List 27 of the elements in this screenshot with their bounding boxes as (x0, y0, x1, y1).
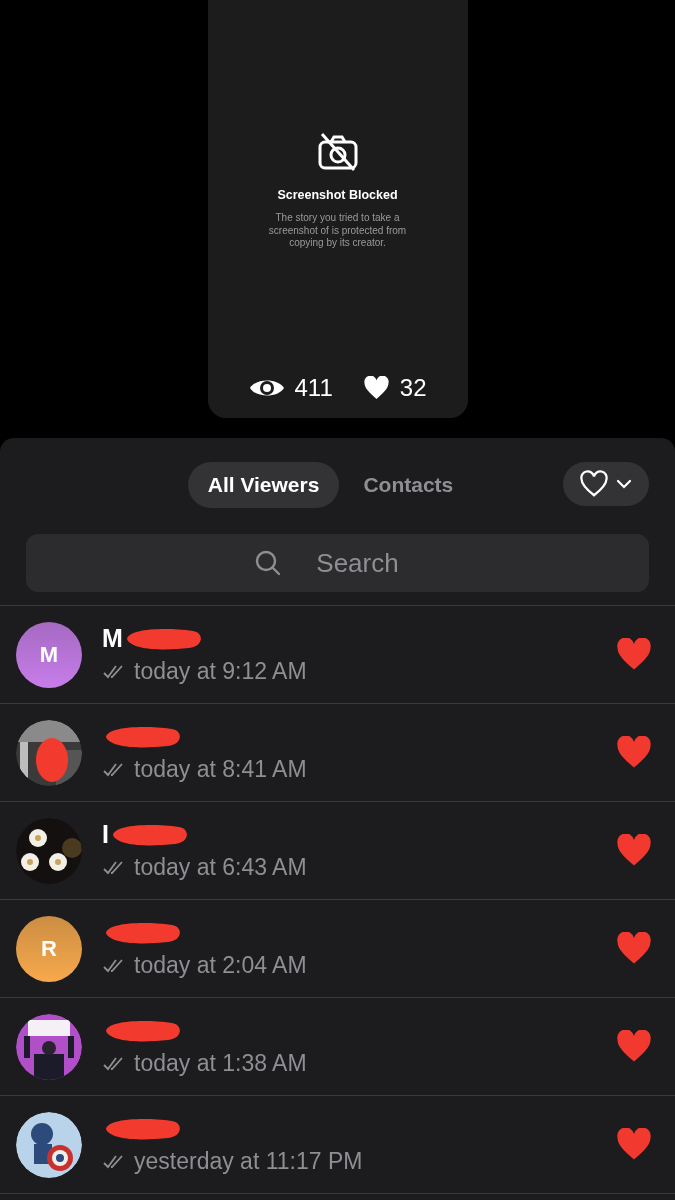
view-time: today at 9:12 AM (134, 658, 307, 685)
view-time: today at 6:43 AM (134, 854, 307, 881)
viewer-row[interactable]: today at 1:38 AM (0, 998, 675, 1096)
viewer-name: M (102, 623, 123, 653)
search-icon (254, 549, 282, 577)
view-count: 411 (294, 374, 333, 402)
viewer-name: I (102, 819, 109, 849)
view-time: today at 8:41 AM (134, 756, 307, 783)
view-time: today at 2:04 AM (134, 952, 307, 979)
avatar: M (16, 621, 82, 688)
reaction-filter-button[interactable] (563, 462, 649, 506)
viewer-row[interactable]: today at 8:41 AM (0, 704, 675, 802)
view-time: yesterday at 11:17 PM (134, 1148, 363, 1175)
viewer-row[interactable]: yesterday at 11:17 PM (0, 1096, 675, 1194)
viewer-row[interactable]: R today at 2:04 AM (0, 900, 675, 998)
view-time: today at 1:38 AM (134, 1050, 307, 1077)
heart-outline-icon (579, 470, 609, 498)
blocked-title: Screenshot Blocked (277, 188, 398, 202)
tab[interactable]: Contacts (343, 462, 474, 508)
viewer-row[interactable]: M M today at 9:12 AM (0, 606, 675, 704)
search-field[interactable]: Search (26, 534, 649, 592)
blocked-message: The story you tried to take a screenshot of is protected from copying by its creator. (267, 212, 408, 250)
tab[interactable]: All Viewers (187, 462, 340, 508)
like-count: 32 (399, 374, 427, 402)
heart-icon (362, 376, 390, 400)
viewer-row[interactable]: I today at 6:43 AM (0, 802, 675, 900)
avatar: R (16, 915, 82, 982)
